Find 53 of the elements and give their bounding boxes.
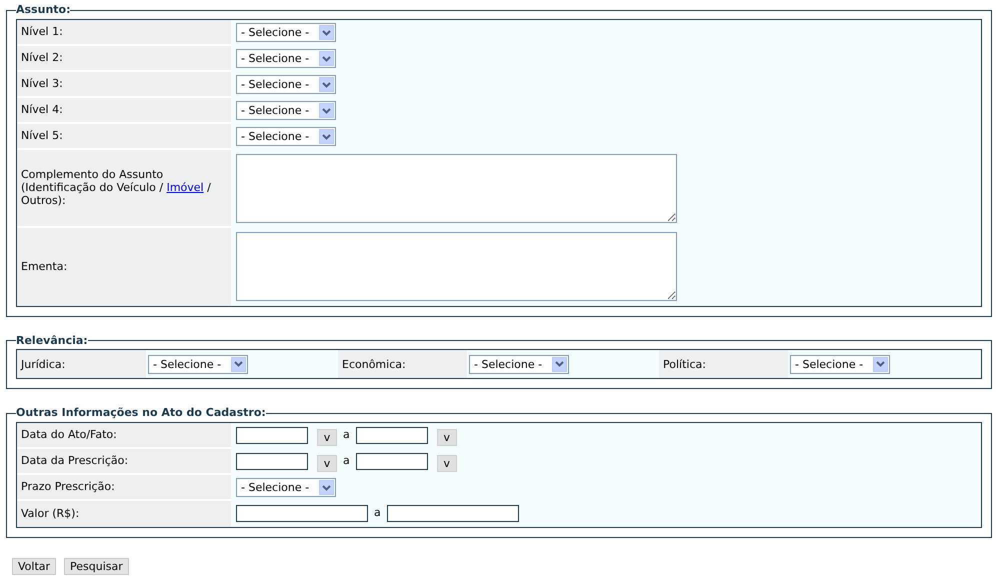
calendar-button[interactable]: v	[317, 428, 337, 446]
field-label: Nível 3:	[21, 77, 63, 90]
section-legend: Relevância:	[16, 332, 88, 349]
range-separator: a	[343, 453, 350, 470]
field-label: Complemento do Assunto (Identificação do Veículo / Imóvel / Outros):	[21, 168, 212, 207]
field-label: Nível 1:	[21, 25, 63, 38]
section-legend: Outras Informações no Ato do Cadastro:	[16, 405, 266, 422]
text-field[interactable]	[356, 453, 428, 470]
chevron-down-icon	[319, 51, 334, 66]
text-field[interactable]	[236, 505, 368, 522]
chevron-down-icon	[873, 356, 888, 372]
select-dropdown[interactable]: - Selecione -	[236, 49, 336, 68]
range-separator: a	[343, 427, 350, 444]
select-dropdown[interactable]: - Selecione -	[469, 354, 569, 374]
select-dropdown[interactable]: - Selecione -	[236, 127, 336, 146]
chevron-down-icon	[319, 77, 334, 92]
select-dropdown[interactable]: - Selecione -	[236, 23, 336, 42]
chevron-down-icon	[552, 356, 567, 372]
field-label: Data da Prescrição:	[21, 454, 128, 467]
text-field[interactable]	[236, 427, 308, 444]
select-dropdown[interactable]: - Selecione -	[236, 75, 336, 94]
text-field[interactable]	[356, 427, 428, 444]
text-field[interactable]	[386, 505, 519, 522]
calendar-button[interactable]: v	[436, 454, 457, 472]
chevron-down-icon	[319, 129, 334, 144]
chevron-down-icon	[231, 356, 246, 372]
field-label: Econômica:	[342, 358, 406, 370]
action-button[interactable]: Pesquisar	[64, 558, 129, 574]
text-area[interactable]	[236, 232, 677, 301]
calendar-button[interactable]: v	[436, 428, 457, 446]
select-dropdown[interactable]: - Selecione -	[236, 101, 336, 120]
text-area[interactable]	[236, 154, 677, 223]
field-label: Prazo Prescrição:	[21, 480, 115, 493]
property-link[interactable]: Imóvel	[166, 181, 204, 194]
calendar-button[interactable]: v	[317, 454, 337, 472]
select-dropdown[interactable]: - Selecione -	[790, 354, 890, 374]
field-label: Política:	[663, 358, 706, 370]
chevron-down-icon	[319, 103, 334, 118]
field-label: Jurídica:	[21, 358, 66, 370]
chevron-down-icon	[319, 480, 334, 495]
field-label: Valor (R$):	[21, 507, 80, 520]
range-separator: a	[374, 505, 381, 522]
select-dropdown[interactable]: - Selecione -	[236, 478, 336, 497]
field-label: Nível 5:	[21, 129, 63, 142]
select-dropdown[interactable]: - Selecione -	[148, 354, 248, 374]
action-button[interactable]: Voltar	[12, 558, 56, 574]
section-legend: Assunto:	[16, 2, 70, 18]
field-label: Ementa:	[21, 260, 68, 273]
chevron-down-icon	[319, 25, 334, 40]
field-label: Nível 2:	[21, 51, 63, 64]
field-label: Nível 4:	[21, 103, 63, 116]
field-label: Data do Ato/Fato:	[21, 428, 117, 441]
text-field[interactable]	[236, 453, 308, 470]
